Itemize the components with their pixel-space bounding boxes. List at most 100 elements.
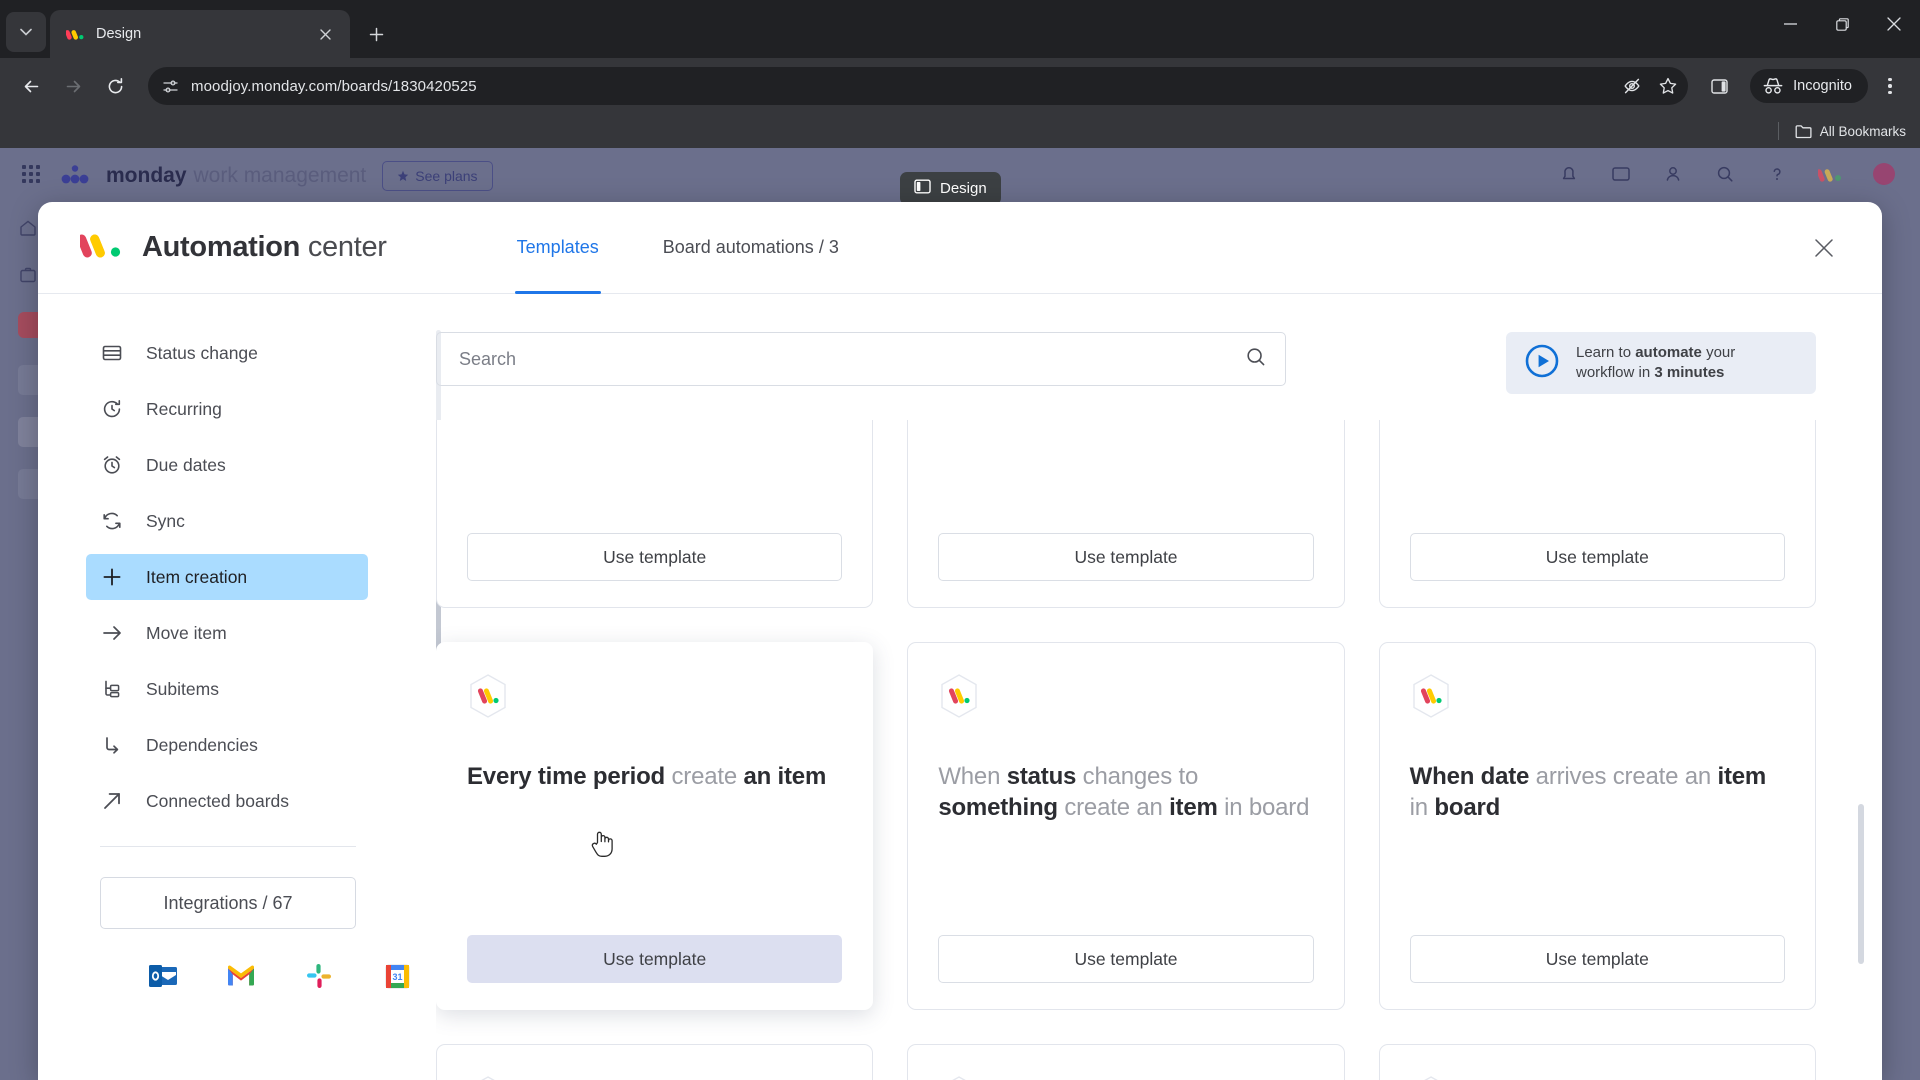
template-card[interactable]: When date arrives create an item in boar… bbox=[1378, 642, 1816, 1010]
sidebar-item-item-creation[interactable]: Item creation bbox=[86, 554, 368, 600]
sidebar-item-dependencies[interactable]: Dependencies bbox=[86, 722, 368, 768]
template-card[interactable]: When status changes toUse template bbox=[907, 1044, 1345, 1080]
sidebar-item-move-item[interactable]: Move item bbox=[86, 610, 368, 656]
sidebar-item-label: Move item bbox=[146, 622, 227, 643]
reload-icon[interactable] bbox=[96, 67, 134, 105]
sidebar-item-recurring[interactable]: Recurring bbox=[86, 386, 368, 432]
status-rows-icon bbox=[100, 342, 124, 364]
browser-window: Design moodjoy.monday.com/boards/1830420… bbox=[0, 0, 1920, 1080]
template-description: When date arrives create an item in boar… bbox=[1409, 763, 1767, 822]
integrations-button[interactable]: Integrations / 67 bbox=[100, 877, 356, 929]
notifications-icon[interactable] bbox=[1558, 163, 1580, 190]
sidebar-item-label: Recurring bbox=[146, 398, 222, 419]
tab-title: Design bbox=[96, 26, 142, 42]
minimize-icon[interactable] bbox=[1764, 0, 1816, 48]
close-icon[interactable] bbox=[1868, 0, 1920, 48]
arrow-up-right-icon bbox=[100, 790, 124, 812]
incognito-indicator[interactable]: Incognito bbox=[1750, 69, 1868, 103]
template-card[interactable]: When status changes toUse template bbox=[1378, 1044, 1816, 1080]
kebab-menu-icon[interactable] bbox=[1872, 68, 1908, 104]
tab-search-button[interactable] bbox=[6, 12, 46, 52]
sidebar-item-due-dates[interactable]: Due dates bbox=[86, 442, 368, 488]
sidebar-item-label: Connected boards bbox=[146, 790, 290, 811]
use-template-button[interactable]: Use template bbox=[938, 533, 1314, 581]
site-settings-icon[interactable] bbox=[162, 78, 179, 95]
monday-wordmark: monday work management bbox=[106, 164, 367, 187]
integration-app-icons: 31 bbox=[148, 961, 418, 991]
monday-logo-icon bbox=[467, 1075, 509, 1080]
template-card[interactable]: Every time period create an item Use temp… bbox=[436, 642, 874, 1010]
page-title: Automation center bbox=[142, 231, 387, 264]
templates-scrollbar-thumb[interactable] bbox=[1858, 804, 1864, 964]
monday-mark-icon[interactable] bbox=[1816, 166, 1842, 187]
star-icon[interactable] bbox=[1658, 76, 1678, 96]
sidebar-item-connected-boards[interactable]: Connected boards bbox=[86, 778, 368, 824]
template-description: Every time period create an item bbox=[467, 763, 827, 790]
all-bookmarks-button[interactable]: All Bookmarks bbox=[1795, 124, 1906, 139]
tab-templates[interactable]: Templates bbox=[514, 202, 601, 294]
close-icon[interactable] bbox=[312, 21, 338, 47]
sidebar-item-subitems[interactable]: Subitems bbox=[86, 666, 368, 712]
incognito-label: Incognito bbox=[1793, 78, 1852, 94]
search-icon[interactable] bbox=[1714, 163, 1736, 190]
sidebar-item-sync[interactable]: Sync bbox=[86, 498, 368, 544]
svg-text:31: 31 bbox=[392, 972, 402, 982]
use-template-button[interactable]: Use template bbox=[1409, 533, 1785, 581]
monday-logo-icon bbox=[938, 1075, 980, 1080]
address-bar[interactable]: moodjoy.monday.com/boards/1830420525 bbox=[148, 67, 1689, 105]
modal-body: Status change Recurring Due dates Sync I… bbox=[38, 294, 1882, 1080]
tab-board-automations[interactable]: Board automations / 3 bbox=[663, 202, 839, 294]
bookmarks-bar: All Bookmarks bbox=[0, 114, 1920, 148]
forward-arrow-icon bbox=[54, 67, 92, 105]
side-panel-icon[interactable] bbox=[1700, 67, 1738, 105]
tab-strip: Design bbox=[0, 0, 1920, 58]
gmail-icon[interactable] bbox=[226, 961, 256, 991]
design-chip-label: Design bbox=[940, 180, 987, 197]
maximize-icon[interactable] bbox=[1816, 0, 1868, 48]
plus-icon bbox=[100, 566, 124, 588]
divider bbox=[1777, 122, 1779, 140]
help-icon[interactable] bbox=[1766, 163, 1788, 190]
new-tab-button[interactable] bbox=[358, 16, 394, 52]
close-icon[interactable] bbox=[1806, 230, 1842, 266]
template-card[interactable]: When status changes to something create … bbox=[907, 642, 1345, 1010]
template-card[interactable]: Use template bbox=[907, 420, 1345, 608]
google-calendar-icon[interactable]: 31 bbox=[382, 961, 412, 991]
search-input[interactable] bbox=[459, 348, 1245, 370]
avatar[interactable] bbox=[1872, 162, 1896, 191]
learn-to-automate-banner[interactable]: Learn to automate your workflow in 3 min… bbox=[1506, 332, 1816, 394]
invite-icon[interactable] bbox=[1662, 163, 1684, 190]
use-template-button[interactable]: Use template bbox=[467, 533, 843, 581]
content-toolbar: Learn to automate your workflow in 3 min… bbox=[436, 294, 1816, 394]
back-arrow-icon[interactable] bbox=[12, 67, 50, 105]
templates-scroll-area[interactable]: Use template Use template Use template Ever… bbox=[436, 420, 1816, 1080]
sidebar-item-label: Status change bbox=[146, 342, 258, 363]
apps-grid-icon[interactable] bbox=[22, 165, 44, 187]
learn-line2-pre: workflow in bbox=[1576, 364, 1655, 381]
sidebar-item-label: Item creation bbox=[146, 566, 248, 587]
sidebar-item-label: Subitems bbox=[146, 678, 219, 699]
slack-icon[interactable] bbox=[304, 961, 334, 991]
learn-banner-text: Learn to automate your workflow in 3 min… bbox=[1576, 343, 1735, 384]
use-template-button[interactable]: Use template bbox=[467, 935, 843, 983]
see-plans-button[interactable]: See plans bbox=[382, 161, 493, 191]
browser-toolbar: moodjoy.monday.com/boards/1830420525 Inc… bbox=[0, 58, 1920, 114]
use-template-button[interactable]: Use template bbox=[938, 935, 1314, 983]
search-icon[interactable] bbox=[1245, 346, 1267, 373]
browser-tab[interactable]: Design bbox=[50, 10, 350, 58]
design-board-chip[interactable]: Design bbox=[900, 172, 1001, 205]
template-card[interactable]: Use template bbox=[436, 420, 874, 608]
outlook-icon[interactable] bbox=[148, 961, 178, 991]
eye-slash-icon[interactable] bbox=[1622, 76, 1642, 96]
template-card[interactable]: Use template bbox=[1378, 420, 1816, 608]
recurring-clock-icon bbox=[100, 398, 124, 420]
use-template-button[interactable]: Use template bbox=[1409, 935, 1785, 983]
sidebar-item-status-change[interactable]: Status change bbox=[86, 330, 368, 376]
inbox-icon[interactable] bbox=[1610, 163, 1632, 190]
template-card[interactable]: When an item is createdUse template bbox=[436, 1044, 874, 1080]
search-box[interactable] bbox=[436, 332, 1286, 386]
sidebar-item-label: Sync bbox=[146, 510, 185, 531]
monday-logo-icon bbox=[66, 25, 84, 43]
automation-center-modal: Automation center Templates Board automa… bbox=[38, 202, 1882, 1080]
incognito-hat-icon bbox=[1762, 77, 1784, 95]
